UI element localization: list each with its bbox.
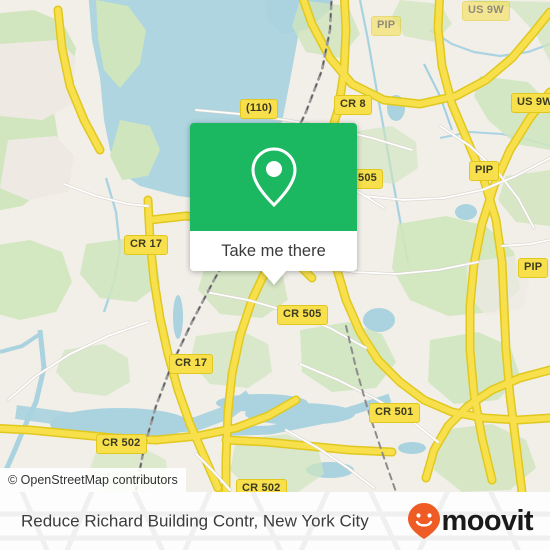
road-shield: PIP xyxy=(371,16,402,36)
map-canvas[interactable]: PIP US 9W (110) CR 8 US 9W 505 PIP CR 17 PIP CR 5… xyxy=(0,0,550,492)
road-shield: US 9W xyxy=(462,1,510,21)
take-me-there-button[interactable]: Take me there xyxy=(190,231,357,271)
road-shield: CR 17 xyxy=(124,235,169,255)
take-me-there-label: Take me there xyxy=(221,241,326,260)
road-shield: US 9W xyxy=(511,93,550,113)
callout-tail xyxy=(260,270,287,285)
road-shield: CR 8 xyxy=(334,95,372,115)
road-shield: CR 501 xyxy=(369,403,420,423)
place-title: Reduce Richard Building Contr, New York … xyxy=(21,511,369,531)
road-shield: CR 17 xyxy=(169,354,214,374)
road-shield: CR 502 xyxy=(96,434,147,454)
road-shield: PIP xyxy=(518,258,549,278)
place-callout-card[interactable]: Take me there xyxy=(190,123,357,285)
moovit-smiley-pin-icon xyxy=(407,503,440,539)
moovit-wordmark: moovit xyxy=(441,504,534,537)
road-shield: CR 505 xyxy=(277,305,328,325)
footer-bar: Reduce Richard Building Contr, New York … xyxy=(0,492,550,550)
openstreetmap-attribution[interactable]: © OpenStreetMap contributors xyxy=(0,467,186,492)
road-shield: PIP xyxy=(469,161,500,181)
map-pin-icon xyxy=(250,147,297,208)
callout-pin-panel xyxy=(190,123,357,231)
moovit-logo[interactable]: moovit xyxy=(407,502,534,540)
moovit-place-map-card: PIP US 9W (110) CR 8 US 9W 505 PIP CR 17 PIP CR 5… xyxy=(0,0,550,550)
road-shield: CR 502 xyxy=(236,479,287,492)
road-shield: (110) xyxy=(240,99,279,119)
